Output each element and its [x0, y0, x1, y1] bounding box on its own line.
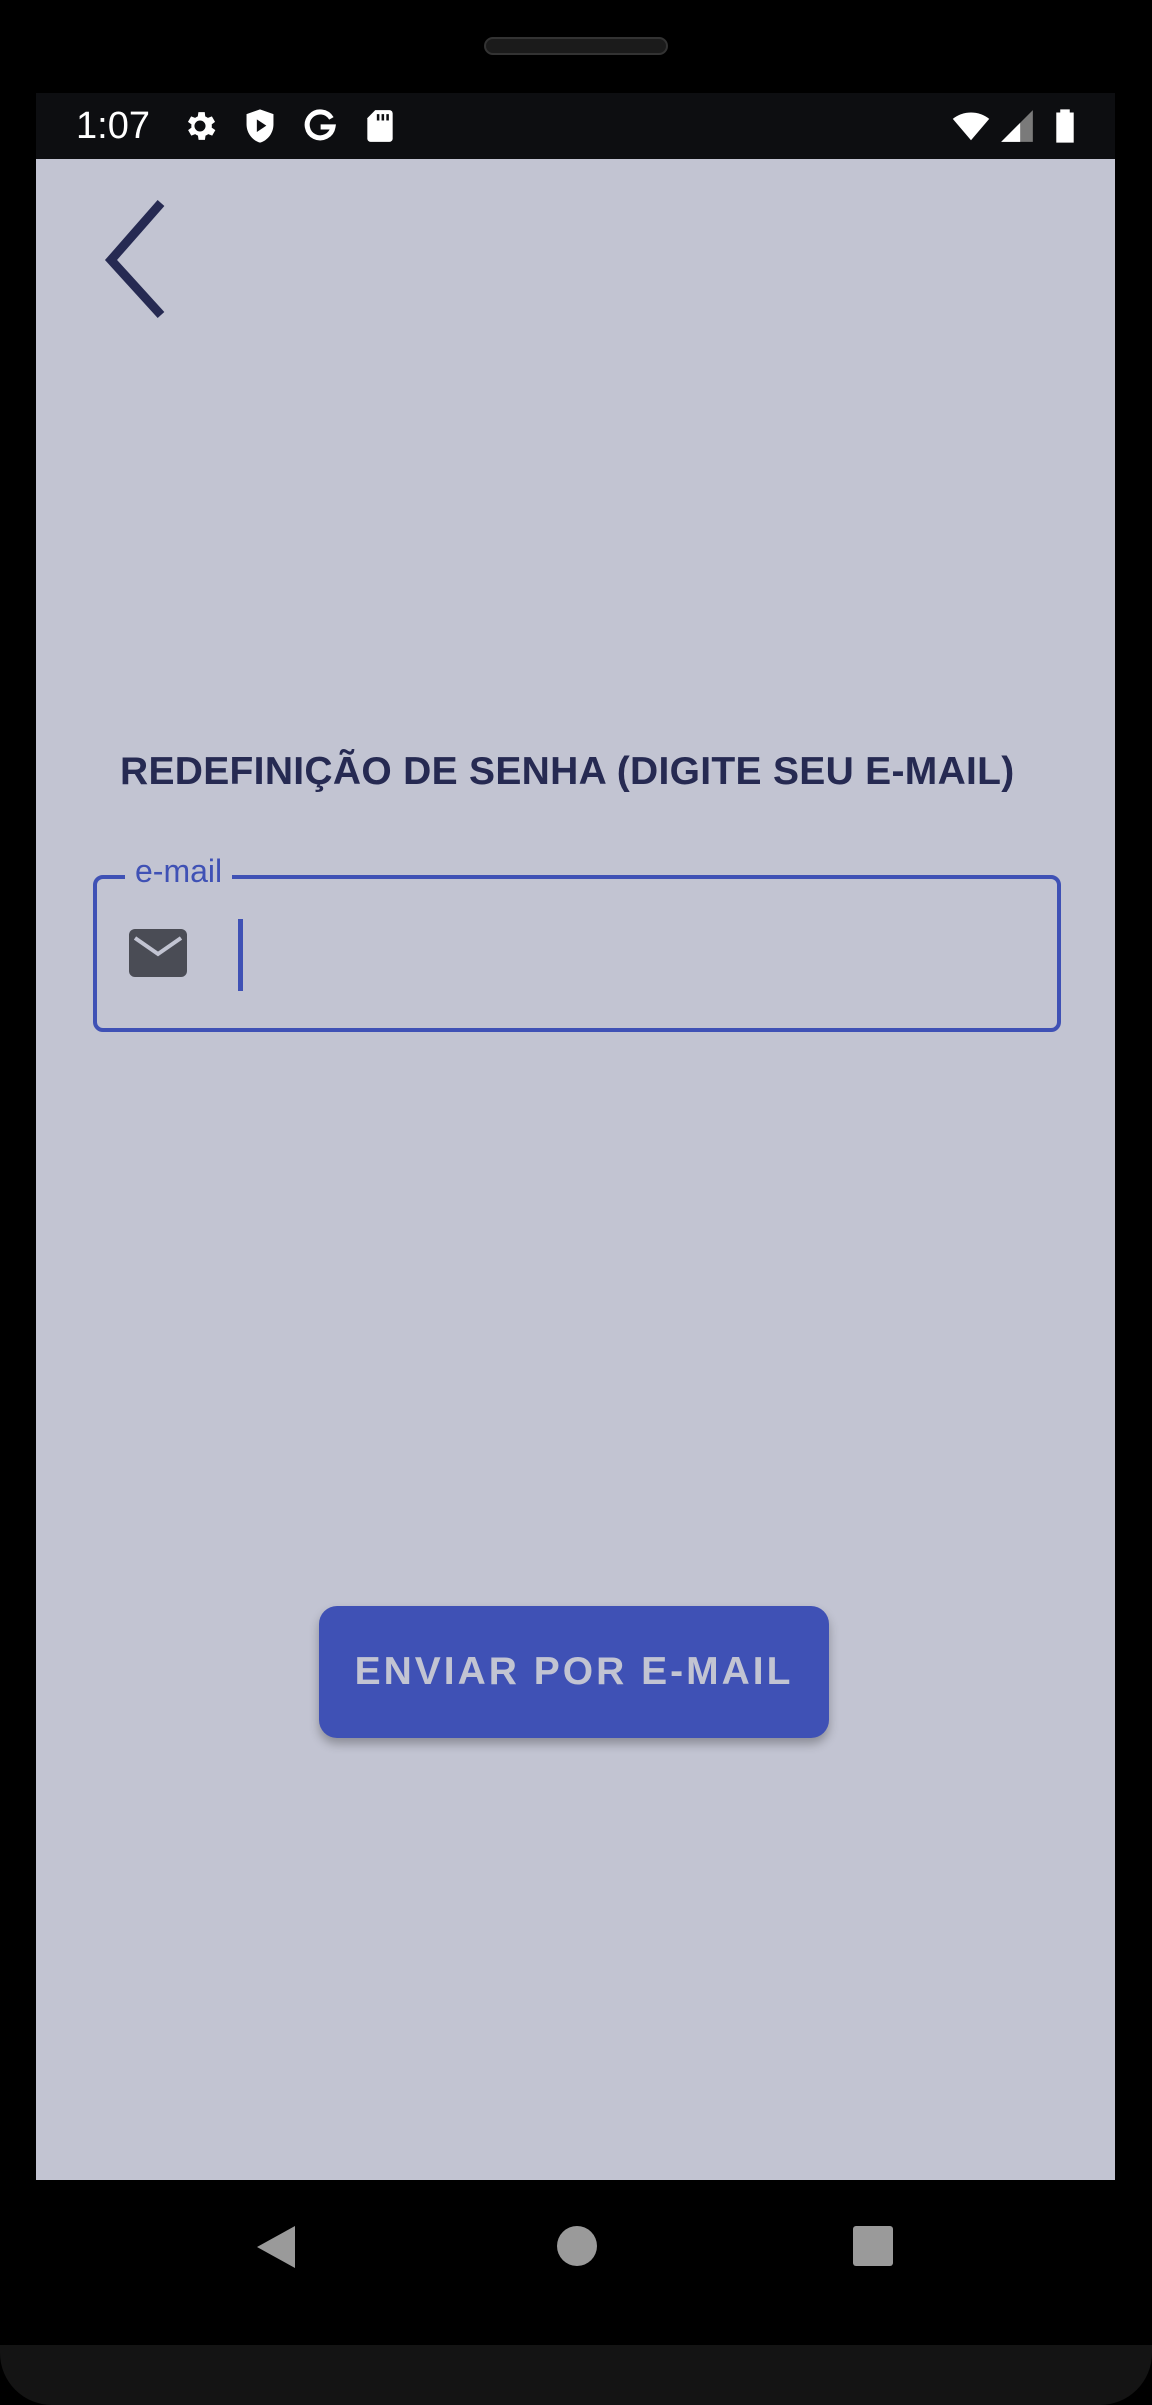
page-title: REDEFINIÇÃO DE SENHA (DIGITE SEU E-MAIL) — [120, 750, 1015, 793]
navigation-bar — [0, 2180, 1152, 2345]
google-g-icon — [304, 109, 336, 141]
home-circle-icon[interactable] — [556, 2225, 598, 2267]
status-time: 1:07 — [76, 105, 150, 147]
shield-play-icon — [246, 109, 274, 143]
text-cursor — [238, 919, 243, 991]
back-triangle-icon[interactable] — [255, 2224, 297, 2270]
email-field-label: e-mail — [125, 851, 233, 891]
mail-icon — [129, 929, 187, 977]
cellular-signal-icon — [1001, 110, 1033, 142]
status-bar: 1:07 — [36, 93, 1115, 159]
earpiece-speaker — [484, 37, 668, 55]
recents-square-icon[interactable] — [852, 2225, 894, 2267]
send-email-button[interactable]: ENVIAR POR E-MAIL — [319, 1606, 829, 1738]
battery-icon — [1056, 109, 1074, 143]
back-button[interactable] — [91, 193, 191, 323]
gear-icon — [187, 112, 216, 140]
phone-frame: 1:07 REDEFINIÇÃO DE SENHA (DIGITE SEU E-… — [0, 0, 1152, 2405]
chevron-left-icon — [104, 200, 165, 319]
email-input[interactable] — [257, 899, 1041, 1011]
app-screen: 1:07 REDEFINIÇÃO DE SENHA (DIGITE SEU E-… — [36, 93, 1115, 2180]
email-field[interactable]: e-mail — [93, 851, 1061, 1032]
wifi-icon — [952, 112, 990, 141]
sd-card-icon — [367, 110, 393, 142]
device-bottom-bezel — [0, 2345, 1152, 2405]
